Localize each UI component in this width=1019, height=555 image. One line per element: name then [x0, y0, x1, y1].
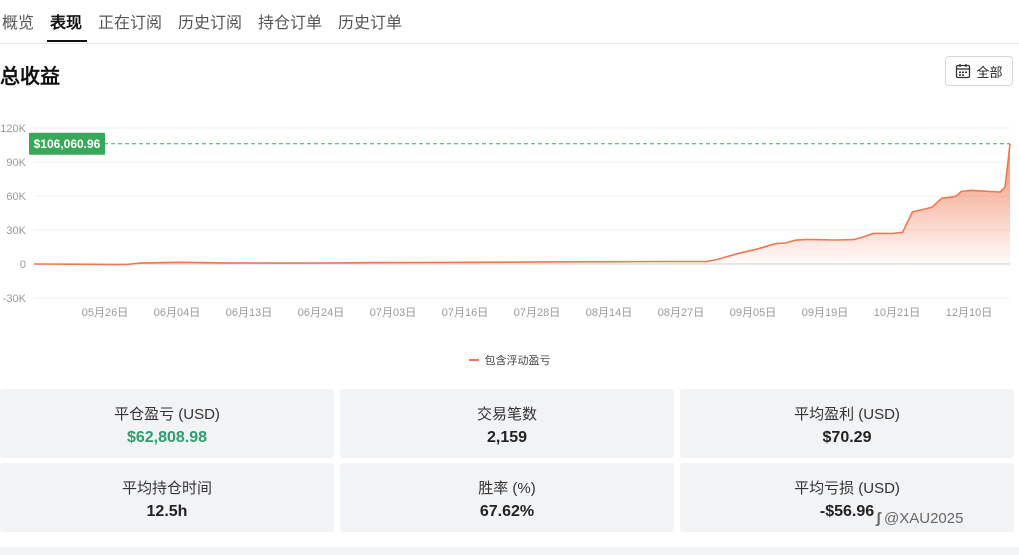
top-tab-bar: 概览 表现 正在订阅 历史订阅 持仓订单 历史订单	[0, 0, 1019, 44]
x-tick-label: 06月24日	[298, 307, 344, 319]
y-tick-label: -30K	[3, 293, 27, 305]
x-tick-label: 08月27日	[658, 307, 704, 319]
x-tick-label: 07月03日	[370, 307, 416, 319]
x-tick-label: 06月04日	[154, 307, 200, 319]
chart-canvas: 120K 90K 60K 30K 0 -30K 05月26日 06月04日 06月13日 06月2…	[0, 123, 1011, 319]
stat-value: -$56.96	[819, 503, 875, 520]
stat-card-average-loss: 平均亏损 (USD) -$56.96	[680, 463, 1014, 532]
x-tick-label: 06月13日	[226, 307, 272, 319]
x-tick-label: 08月14日	[586, 307, 632, 319]
stat-label: 平均亏损 (USD)	[794, 480, 900, 497]
page-title: 总收益	[0, 66, 60, 88]
tab-overview[interactable]: 概览	[2, 9, 34, 33]
date-range-button[interactable]: 全部	[945, 56, 1013, 86]
active-tab-underline	[47, 40, 87, 42]
weibo-icon: ʃ	[876, 510, 881, 527]
stat-card-trade-count: 交易笔数 2,159	[340, 389, 674, 458]
stat-value: 12.5h	[146, 503, 188, 520]
y-tick-label: 0	[20, 259, 26, 271]
stat-value: $62,808.98	[126, 429, 208, 446]
y-tick-label: 30K	[6, 225, 26, 237]
legend-label: 包含浮动盈亏	[484, 355, 551, 367]
tab-current-subscriptions[interactable]: 正在订阅	[98, 9, 162, 33]
x-tick-label: 07月28日	[514, 307, 560, 319]
stat-label: 交易笔数	[476, 406, 537, 423]
current-value-label: $106,060.96	[34, 137, 101, 151]
y-tick-label: 60K	[6, 191, 26, 203]
watermark-text: @XAU2025	[884, 510, 964, 527]
tab-open-positions[interactable]: 持仓订单	[258, 9, 322, 33]
stat-value: $70.29	[822, 429, 872, 446]
bottom-divider	[0, 547, 1019, 555]
stat-card-average-profit: 平均盈利 (USD) $70.29	[680, 389, 1014, 458]
stat-card-win-rate: 胜率 (%) 67.62%	[340, 463, 674, 532]
stat-card-closed-pnl: 平仓盈亏 (USD) $62,808.98	[0, 389, 334, 458]
tab-history-subscriptions[interactable]: 历史订阅	[178, 9, 242, 33]
stat-label: 平均盈利 (USD)	[794, 406, 900, 423]
watermark: ʃ @XAU2025	[876, 510, 963, 527]
x-tick-label: 07月16日	[442, 307, 488, 319]
stat-label: 胜率 (%)	[478, 480, 536, 497]
tab-performance[interactable]: 表现	[50, 9, 82, 33]
date-range-label: 全部	[976, 64, 1003, 80]
stat-label: 平仓盈亏 (USD)	[114, 406, 220, 423]
y-tick-label: 120K	[0, 123, 26, 135]
stat-value: 2,159	[486, 429, 528, 446]
y-tick-label: 90K	[6, 157, 26, 169]
x-tick-label: 12月10日	[946, 307, 992, 319]
tab-history-orders[interactable]: 历史订单	[338, 9, 402, 33]
stat-value: 67.62%	[479, 503, 535, 520]
x-tick-label: 10月21日	[874, 307, 920, 319]
total-return-chart: 120K 90K 60K 30K 0 -30K 05月26日 06月04日 06月13日 06月2…	[0, 110, 1019, 325]
chart-legend[interactable]: 包含浮动盈亏	[0, 352, 1019, 368]
x-tick-label: 09月05日	[730, 307, 776, 319]
stat-card-average-holding-time: 平均持仓时间 12.5h	[0, 463, 334, 532]
x-tick-label: 05月26日	[82, 307, 128, 319]
stat-label: 平均持仓时间	[121, 480, 212, 497]
x-tick-label: 09月19日	[802, 307, 848, 319]
legend-swatch	[468, 359, 479, 361]
calendar-icon	[955, 63, 971, 79]
